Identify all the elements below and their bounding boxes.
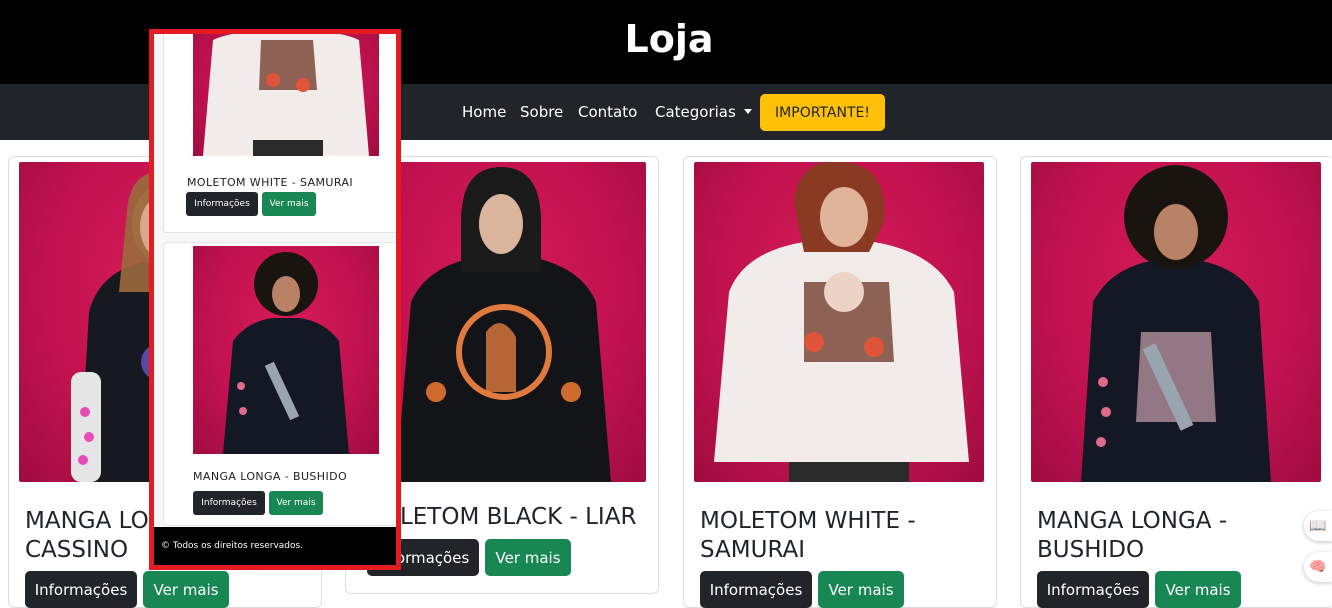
footer-copyright: © Todos os direitos reservados. bbox=[161, 541, 304, 551]
info-button[interactable]: Informações bbox=[25, 571, 137, 608]
see-more-button[interactable]: Ver mais bbox=[143, 571, 229, 608]
nav-categorias-label: Categorias bbox=[655, 103, 736, 121]
product-title: MANGA LONGA - BUSHIDO bbox=[1037, 508, 1228, 563]
preview-product-image[interactable] bbox=[193, 34, 379, 156]
preview-info-button[interactable]: Informações bbox=[186, 192, 258, 216]
product-image[interactable] bbox=[694, 162, 984, 482]
nav-contato[interactable]: Contato bbox=[578, 103, 637, 121]
preview-product-card: MOLETOM WHITE - SAMURAI Informações Ver … bbox=[163, 34, 396, 233]
product-image[interactable] bbox=[1031, 162, 1321, 482]
preview-see-more-button[interactable]: Ver mais bbox=[262, 192, 316, 216]
mobile-preview-overlay: MOLETOM WHITE - SAMURAI Informações Ver … bbox=[149, 29, 401, 570]
see-more-button[interactable]: Ver mais bbox=[1155, 571, 1241, 608]
info-button[interactable]: Informações bbox=[700, 571, 812, 608]
see-more-button[interactable]: Ver mais bbox=[485, 539, 571, 576]
product-card: MOLETOM WHITE - SAMURAI Informações Ver … bbox=[683, 156, 997, 608]
book-icon[interactable]: 📖 bbox=[1304, 511, 1332, 541]
preview-product-title: MOLETOM WHITE - SAMURAI bbox=[187, 176, 354, 189]
nav-sobre[interactable]: Sobre bbox=[520, 103, 563, 121]
preview-product-title: MANGA LONGA - BUSHIDO bbox=[193, 470, 348, 483]
page-title: Loja bbox=[624, 17, 714, 61]
see-more-button[interactable]: Ver mais bbox=[818, 571, 904, 608]
product-title: MOLETOM WHITE - SAMURAI bbox=[700, 508, 916, 563]
product-title: MOLETOM BLACK - LIAR bbox=[362, 504, 637, 530]
caret-down-icon bbox=[743, 109, 752, 114]
brain-icon[interactable]: 🧠 bbox=[1304, 552, 1332, 582]
product-card: MANGA LONGA - BUSHIDO Informações Ver ma… bbox=[1020, 156, 1332, 608]
preview-product-card: MANGA LONGA - BUSHIDO Informações Ver ma… bbox=[163, 242, 396, 526]
info-button[interactable]: Informações bbox=[1037, 571, 1149, 608]
preview-see-more-button[interactable]: Ver mais bbox=[269, 491, 323, 515]
preview-info-button[interactable]: Informações bbox=[193, 491, 265, 515]
important-button[interactable]: IMPORTANTE! bbox=[760, 94, 885, 131]
nav-home[interactable]: Home bbox=[462, 103, 506, 121]
preview-footer: © Todos os direitos reservados. bbox=[154, 527, 396, 565]
nav-categorias-dropdown[interactable]: Categorias bbox=[655, 103, 752, 121]
preview-product-image[interactable] bbox=[193, 246, 379, 454]
